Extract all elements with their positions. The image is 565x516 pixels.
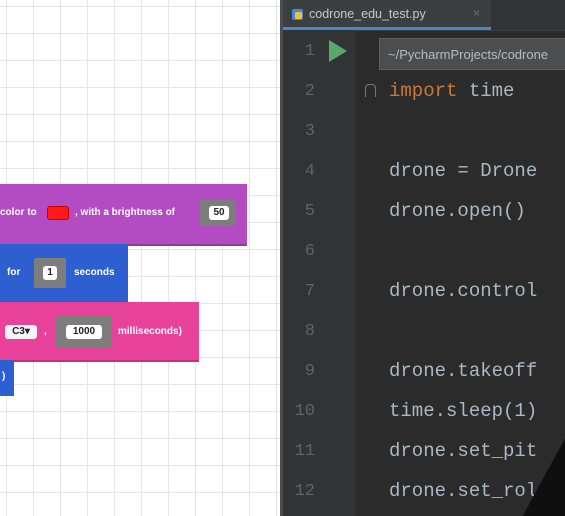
line-number: 10 — [294, 402, 315, 421]
partial-block[interactable]: ) — [0, 360, 14, 396]
code-editor[interactable]: codrone_edu_test.py × 1 2 3 4 5 6 7 8 9 … — [283, 0, 565, 516]
code-text: time — [457, 80, 515, 102]
run-icon[interactable] — [329, 40, 347, 62]
brightness-input[interactable]: 50 — [209, 206, 229, 220]
set-color-block[interactable]: color to , with a brightness of 50 — [0, 184, 247, 246]
block-text: color to — [0, 207, 37, 218]
code-line-10[interactable]: time.sleep(1) — [389, 400, 537, 422]
tab-label: codrone_edu_test.py — [309, 7, 426, 21]
block-text: seconds — [74, 267, 115, 278]
block-text: , — [44, 326, 47, 337]
code-line-7[interactable]: drone.control — [389, 280, 537, 302]
line-number: 1 — [304, 42, 315, 61]
code-line-4[interactable]: drone = Drone — [389, 160, 537, 182]
line-number-gutter: 1 2 3 4 5 6 7 8 9 10 11 12 — [283, 30, 355, 516]
line-number: 9 — [304, 362, 315, 381]
video-overlay-shadow — [515, 420, 565, 516]
note-dropdown[interactable]: C3▾ — [5, 325, 37, 339]
fold-icon[interactable] — [365, 84, 376, 97]
blockly-workspace[interactable]: color to , with a brightness of 50 for 1… — [0, 0, 280, 516]
line-number: 4 — [304, 162, 315, 181]
line-number: 11 — [294, 442, 315, 461]
line-number: 8 — [304, 322, 315, 341]
line-number: 6 — [304, 242, 315, 261]
code-line-5[interactable]: drone.open() — [389, 200, 526, 222]
chevron-down-icon: ▾ — [24, 326, 30, 337]
block-text: for — [7, 267, 21, 278]
line-number: 12 — [294, 482, 315, 501]
tooltip-text: ~/PycharmProjects/codrone — [388, 47, 549, 62]
block-text: ) — [2, 371, 6, 382]
line-number: 2 — [304, 82, 315, 101]
play-note-block[interactable]: C3▾ , 1000 milliseconds) — [0, 302, 199, 362]
block-text: , with a brightness of — [75, 207, 176, 218]
block-text: milliseconds) — [118, 326, 182, 337]
editor-tab-bar: codrone_edu_test.py × — [283, 0, 565, 31]
code-line-9[interactable]: drone.takeoff — [389, 360, 537, 382]
duration-input[interactable]: 1000 — [66, 325, 102, 339]
line-number: 3 — [304, 122, 315, 141]
close-icon[interactable]: × — [473, 6, 480, 20]
hover-block[interactable]: for 1 seconds — [0, 244, 128, 304]
code-line-2[interactable]: import time — [389, 80, 514, 102]
seconds-input[interactable]: 1 — [43, 266, 57, 280]
line-number: 5 — [304, 202, 315, 221]
python-file-icon — [292, 9, 303, 20]
keyword: import — [389, 80, 458, 102]
tab-codrone-edu-test[interactable]: codrone_edu_test.py × — [283, 0, 491, 30]
line-number: 7 — [304, 282, 315, 301]
color-swatch[interactable] — [47, 206, 69, 220]
note-label: C3 — [12, 326, 25, 337]
path-tooltip: ~/PycharmProjects/codrone — [379, 38, 565, 70]
